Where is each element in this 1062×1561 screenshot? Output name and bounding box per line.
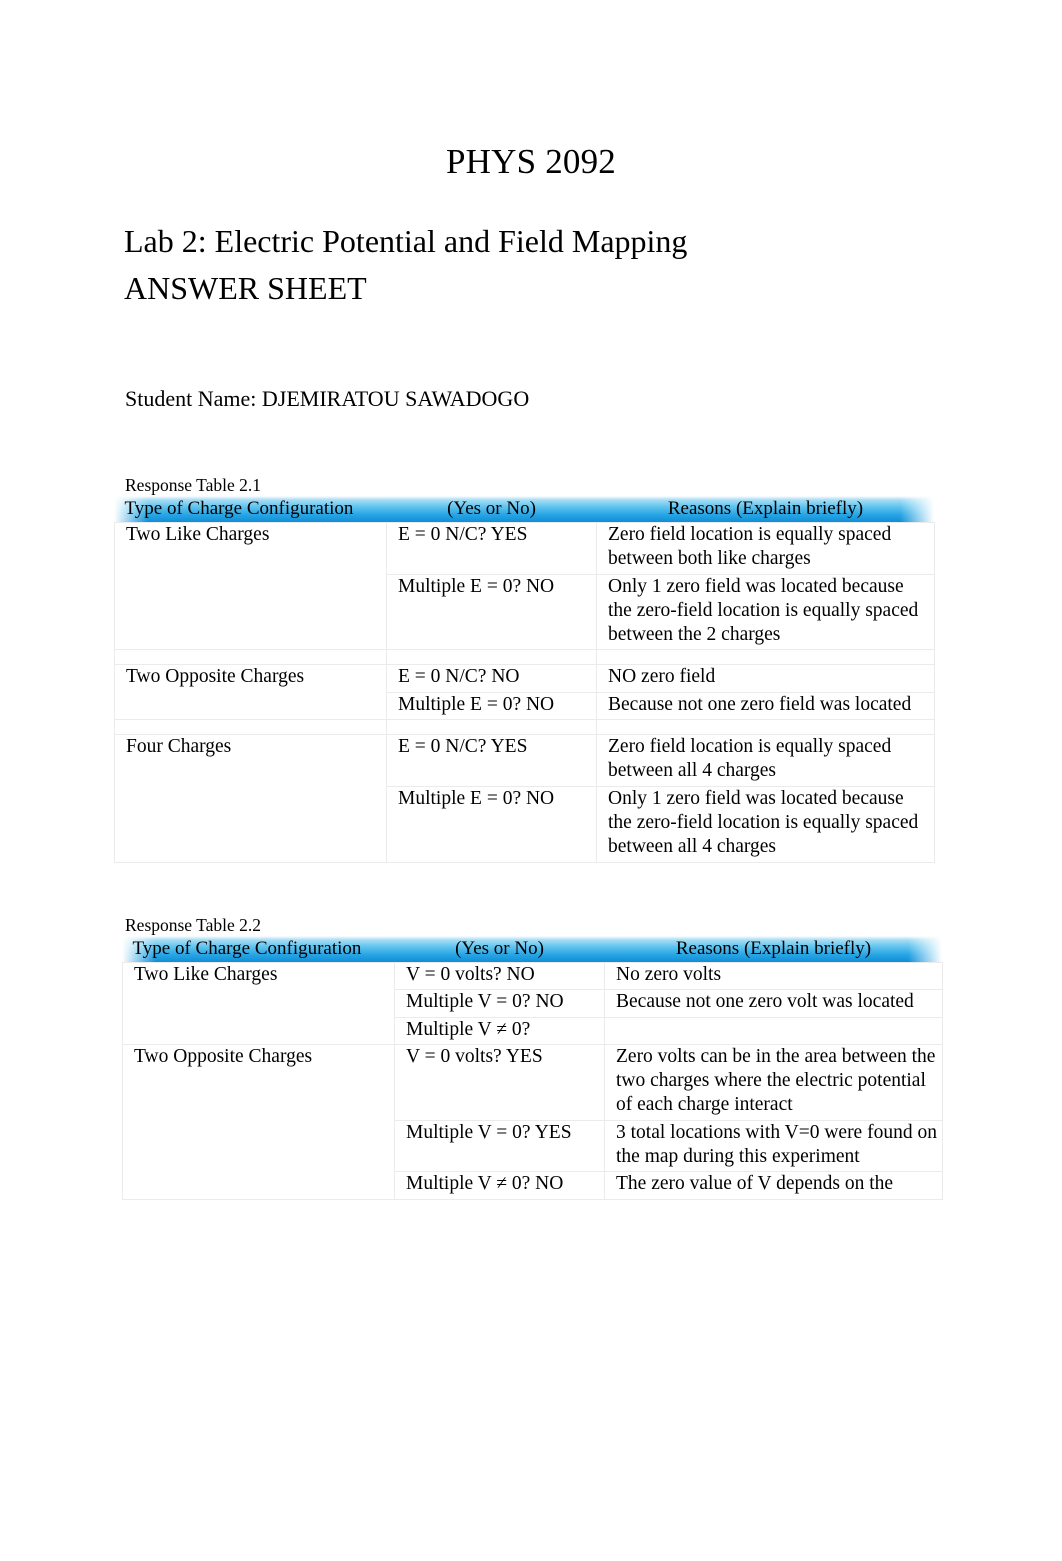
reason-cell: Zero field location is equally spaced be…: [596, 734, 935, 787]
charge-config-cell: Two Like Charges: [114, 521, 387, 651]
student-name-line: Student Name: DJEMIRATOU SAWADOGO: [125, 386, 530, 411]
yesno-cell: V = 0 volts? NO: [394, 961, 605, 991]
yesno-cell: Multiple E = 0? NO: [386, 573, 597, 651]
table-row: Two Opposite Charges E = 0 N/C? NO NO ze…: [114, 664, 935, 721]
table-row: Two Opposite Charges V = 0 volts? YES Ze…: [122, 1043, 943, 1200]
charge-config-cell: Four Charges: [114, 734, 387, 863]
header-label-yesno: (Yes or No): [455, 938, 544, 959]
yesno-cell: E = 0 N/C? YES: [386, 734, 597, 787]
page-title: PHYS 2092: [445, 142, 617, 182]
table-2-2-header-col1: Type of Charge Configuration: [123, 936, 395, 963]
reason-cell: Only 1 zero field was located because th…: [596, 573, 935, 651]
reason-cell: No zero volts: [604, 961, 943, 991]
yesno-cell: Multiple V ≠ 0? NO: [394, 1171, 605, 1200]
charge-config-cell: Two Opposite Charges: [114, 664, 387, 721]
reason-cell: The zero value of V depends on the: [604, 1171, 943, 1200]
reason-cell: Only 1 zero field was located because th…: [596, 785, 935, 863]
lab-title: Lab 2: Electric Potential and Field Mapp…: [124, 223, 688, 259]
table-2-1-header-col3: Reasons (Explain briefly): [597, 496, 935, 523]
table-2-1-header-row: Type of Charge Configuration (Yes or No)…: [115, 496, 935, 523]
spacer-cell: [386, 719, 597, 736]
table-2-2-header-col2: (Yes or No): [395, 936, 605, 963]
answer-sheet-label: ANSWER SHEET: [124, 270, 367, 306]
spacer-cell: [596, 649, 935, 666]
header-label-configuration: Type of Charge Configuration: [124, 498, 354, 519]
table-spacer-row: [114, 719, 935, 736]
reason-cell: Zero field location is equally spaced be…: [596, 522, 935, 575]
reason-cell: Because not one zero field was located: [596, 691, 935, 721]
table-row: Two Like Charges E = 0 N/C? YES Zero fie…: [114, 521, 935, 651]
document-page: PHYS 2092 Lab 2: Electric Potential and …: [0, 0, 1062, 1561]
response-table-2-1: Type of Charge Configuration (Yes or No)…: [114, 496, 935, 863]
header-label-configuration: Type of Charge Configuration: [132, 938, 362, 959]
table-2-2-header-row: Type of Charge Configuration (Yes or No)…: [123, 936, 943, 963]
response-table-2-2-label: Response Table 2.2: [125, 915, 262, 935]
table-2-1-header-col2: (Yes or No): [387, 496, 597, 523]
charge-config-cell: Two Opposite Charges: [122, 1043, 395, 1200]
reason-cell: 3 total locations with V=0 were found on…: [604, 1119, 943, 1173]
spacer-cell: [386, 649, 597, 666]
spacer-cell: [596, 719, 935, 736]
reason-cell: Zero volts can be in the area between th…: [604, 1043, 943, 1121]
table-2-2-header-col3: Reasons (Explain briefly): [605, 936, 943, 963]
response-table-2-2: Type of Charge Configuration (Yes or No)…: [122, 936, 943, 1200]
spacer-cell: [114, 649, 387, 666]
table-2-1-header-col1: Type of Charge Configuration: [115, 496, 387, 523]
yesno-cell: Multiple E = 0? NO: [386, 691, 597, 721]
reason-cell: NO zero field: [596, 664, 935, 693]
yesno-cell: V = 0 volts? YES: [394, 1043, 605, 1121]
table-row: Four Charges E = 0 N/C? YES Zero field l…: [114, 734, 935, 863]
yesno-cell: Multiple V ≠ 0?: [394, 1016, 605, 1045]
header-label-reasons: Reasons (Explain briefly): [675, 938, 872, 959]
header-label-yesno: (Yes or No): [447, 498, 536, 519]
charge-config-cell: Two Like Charges: [122, 962, 395, 1045]
yesno-cell: Multiple V = 0? YES: [394, 1119, 605, 1173]
response-table-2-1-label: Response Table 2.1: [125, 475, 262, 495]
yesno-cell: Multiple V = 0? NO: [394, 989, 605, 1018]
yesno-cell: Multiple E = 0? NO: [386, 785, 597, 863]
table-spacer-row: [114, 649, 935, 666]
yesno-cell: E = 0 N/C? YES: [386, 522, 597, 575]
document-subtitle: Lab 2: Electric Potential and Field Mapp…: [124, 218, 954, 312]
yesno-cell: E = 0 N/C? NO: [386, 664, 597, 693]
reason-cell: [604, 1016, 943, 1045]
header-label-reasons: Reasons (Explain briefly): [667, 498, 864, 519]
reason-cell: Because not one zero volt was located: [604, 989, 943, 1018]
spacer-cell: [114, 719, 387, 736]
table-row: Two Like Charges V = 0 volts? NO No zero…: [122, 961, 943, 1045]
